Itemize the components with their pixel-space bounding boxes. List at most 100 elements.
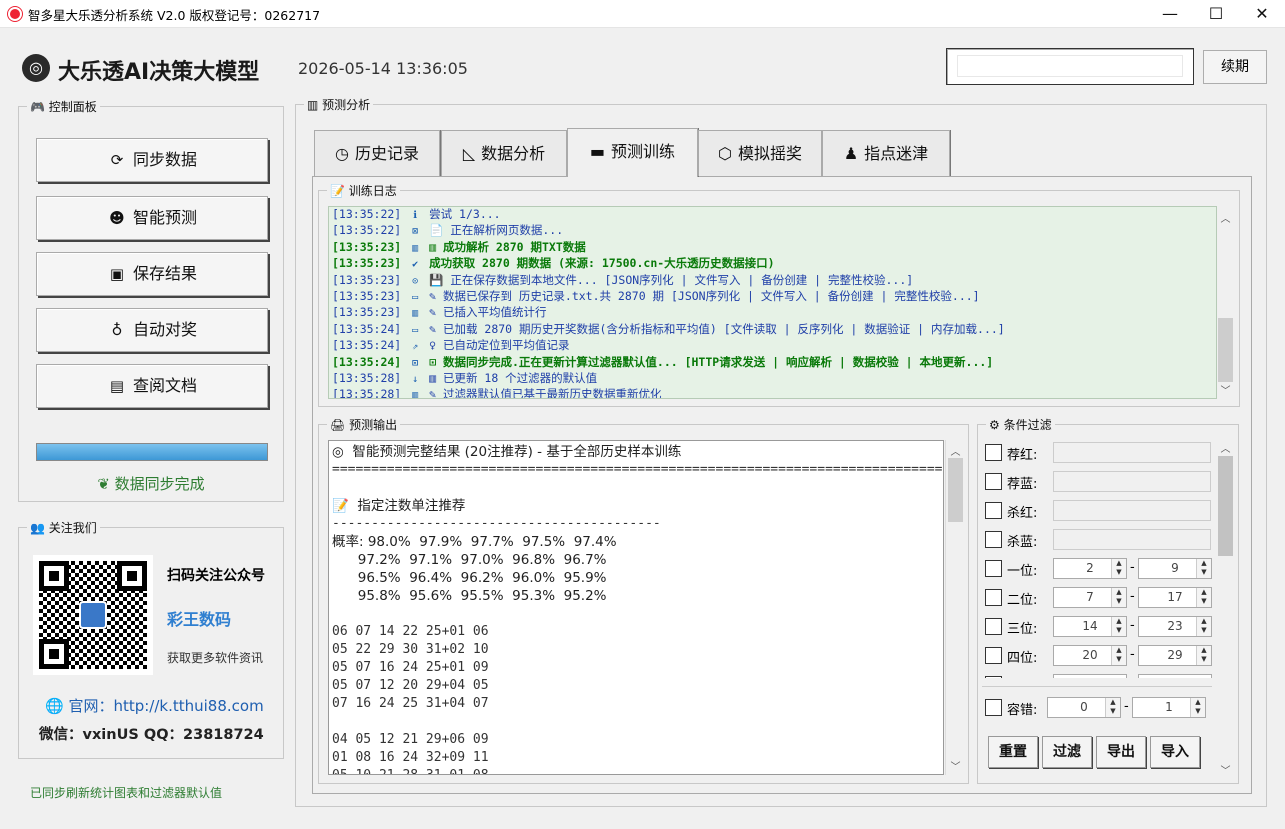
output-line: 📝 指定注数单注推荐	[332, 498, 466, 514]
reset-button[interactable]: 重置	[988, 736, 1038, 768]
filter-text-input[interactable]	[1053, 442, 1211, 463]
gamepad-icon: 🎮	[30, 100, 49, 114]
close-button[interactable]: ✕	[1239, 0, 1285, 28]
save-result-button[interactable]: ▣ 保存结果	[36, 252, 268, 296]
filter-checkbox[interactable]	[985, 676, 1002, 678]
filter-checkbox[interactable]	[985, 473, 1002, 490]
filter-checkbox[interactable]	[985, 531, 1002, 548]
log-line: [13:35:28] ▥ ✎ 过滤器默认值已基于最新历史数据重新优化	[332, 387, 1216, 398]
smart-predict-button[interactable]: ☻ 智能预测	[36, 196, 268, 240]
tolerance-max-spinner[interactable]: 1 ▲ ▼	[1132, 697, 1206, 718]
tab-simulate-draw[interactable]: ⬡ 模拟摇奖	[698, 130, 822, 176]
log-timestamp: [13:35:24]	[332, 321, 402, 336]
filter-checkbox[interactable]	[985, 502, 1002, 519]
analysis-panel-title: ▥ 预测分析	[304, 96, 374, 113]
scroll-up-icon[interactable]: ︿	[1217, 210, 1234, 225]
log-timestamp: [13:35:23]	[332, 256, 402, 271]
auto-check-button[interactable]: ♁ 自动对奖	[36, 308, 268, 352]
minimize-button[interactable]: —	[1147, 0, 1193, 28]
filter-title: ⚙ 条件过滤	[986, 416, 1055, 433]
filter-label: 二位:	[1007, 593, 1038, 608]
log-scroll-thumb[interactable]	[1218, 318, 1233, 382]
tolerance-min-spinner[interactable]: 0 ▲ ▼	[1047, 697, 1121, 718]
output-line: ----------------------------------------…	[332, 516, 661, 531]
log-status-icon: ▭	[412, 324, 419, 336]
filter-checkbox[interactable]	[985, 444, 1002, 461]
laptop-icon: ▬	[589, 142, 606, 161]
log-status-icon: ⇗	[412, 341, 419, 353]
filter-button[interactable]: 过滤	[1042, 736, 1092, 768]
app-icon	[8, 7, 22, 21]
range-min-spinner[interactable]: 20 ▲ ▼	[1053, 645, 1127, 666]
tab-data-analysis[interactable]: ◺ 数据分析	[441, 130, 567, 176]
scroll-down-icon[interactable]: ﹀	[946, 758, 965, 773]
output-line: 01 08 16 24 32+09 11	[332, 750, 489, 765]
website-link[interactable]: 🌐 官网：http://k.tthui88.com	[45, 695, 264, 716]
training-log[interactable]: [13:35:22] ℹ 尝试 1/3... [13:35:22] ⊠ 📄 正在解…	[328, 206, 1217, 399]
sync-icon: ⟳	[110, 151, 124, 169]
tolerance-checkbox[interactable]	[985, 699, 1002, 716]
prediction-output[interactable]: ◎ 智能预测完整结果 (20注推荐) - 基于全部历史样本训练 =========…	[328, 440, 944, 775]
filter-text-input[interactable]	[1053, 500, 1211, 521]
output-scrollbar[interactable]: ︿ ﹀	[945, 440, 964, 775]
range-min-spinner[interactable]: 2 ▲ ▼	[1053, 558, 1127, 579]
log-scrollbar[interactable]: ︿ ﹀	[1217, 206, 1234, 399]
filter-checkbox[interactable]	[985, 589, 1002, 606]
sync-progress-bar	[36, 443, 268, 461]
tab-history[interactable]: ◷ 历史记录	[314, 130, 440, 176]
tab-guidance[interactable]: ♟ 指点迷津	[822, 130, 950, 176]
scroll-down-icon[interactable]: ﹀	[1217, 762, 1234, 777]
output-scroll-thumb[interactable]	[948, 458, 963, 522]
filter-checkbox[interactable]	[985, 647, 1002, 664]
range-max-spinner[interactable]: 17 ▲ ▼	[1138, 587, 1212, 608]
document-icon: ▤	[109, 377, 125, 395]
control-panel-title: 🎮 控制面板	[27, 98, 100, 115]
filter-checkbox[interactable]	[985, 560, 1002, 577]
log-line: [13:35:24] ▭ ✎ 已加载 2870 期历史开奖数据(含分析指标和平均…	[332, 322, 1216, 338]
scroll-down-icon[interactable]: ﹀	[1217, 382, 1234, 397]
export-button[interactable]: 导出	[1096, 736, 1146, 768]
renew-button[interactable]: 续期	[1203, 50, 1267, 84]
range-min-spinner[interactable]: 14 ▲ ▼	[1053, 616, 1127, 637]
scroll-up-icon[interactable]: ︿	[946, 443, 965, 458]
control-panel: 🎮 控制面板 ⟳ 同步数据 ☻ 智能预测 ▣ 保存结果 ♁ 自动对奖 ▤ 查阅文档 ❦ 数…	[18, 98, 284, 502]
log-message: 尝试 1/3...	[429, 207, 501, 221]
log-timestamp: [13:35:23]	[332, 272, 402, 287]
range-max-spinner[interactable]: 23 ▲ ▼	[1138, 616, 1212, 637]
output-line: 96.5% 96.4% 96.2% 96.0% 95.9%	[332, 570, 607, 586]
tab-predict-training[interactable]: ▬ 预测训练	[567, 128, 698, 177]
range-max-spinner[interactable]: 29 ▲ ▼	[1138, 645, 1212, 666]
filter-scrollbar[interactable]: ︿ ﹀	[1217, 438, 1234, 778]
filter-scroll-thumb[interactable]	[1218, 456, 1233, 556]
range-max-spinner[interactable]: 9 ▲ ▼	[1138, 558, 1212, 579]
save-icon: ▣	[109, 265, 125, 283]
output-line: 05 07 16 24 25+01 09	[332, 660, 489, 675]
range-max-spinner[interactable]	[1138, 674, 1212, 678]
code-input[interactable]	[957, 55, 1183, 77]
follow-panel-title: 👥 关注我们	[27, 519, 100, 536]
import-button[interactable]: 导入	[1150, 736, 1200, 768]
scroll-up-icon[interactable]: ︿	[1217, 440, 1234, 455]
output-line: 05 22 29 30 31+02 10	[332, 642, 489, 657]
output-line: 07 16 24 25 31+04 07	[332, 696, 489, 711]
log-line: [13:35:23] ⊙ 💾 正在保存数据到本地文件... [JSON序列化 |…	[332, 273, 1216, 289]
filter-checkbox[interactable]	[985, 618, 1002, 635]
filter-text-input[interactable]	[1053, 529, 1211, 550]
filter-row-range: 二位: 7 ▲ ▼ -17 ▲ ▼	[985, 587, 1213, 609]
log-message: 📄 正在解析网页数据...	[429, 223, 564, 238]
brand-title: 大乐透AI决策大模型	[58, 60, 260, 85]
log-timestamp: [13:35:22]	[332, 223, 402, 238]
filter-label: 三位:	[1007, 622, 1038, 637]
range-min-spinner[interactable]	[1053, 674, 1127, 678]
filter-row-text: 杀红:	[985, 500, 1213, 522]
sync-data-button[interactable]: ⟳ 同步数据	[36, 138, 268, 182]
log-message: 💾 正在保存数据到本地文件... [JSON序列化 | 文件写入 | 备份创建 …	[429, 272, 914, 287]
maximize-button[interactable]: ☐	[1193, 0, 1239, 28]
filter-text-input[interactable]	[1053, 471, 1211, 492]
chart-small-icon: ▥	[307, 98, 323, 112]
range-min-spinner[interactable]: 7 ▲ ▼	[1053, 587, 1127, 608]
read-docs-button[interactable]: ▤ 查阅文档	[36, 364, 268, 408]
filter-row-tolerance: 容错: 0 ▲ ▼ - 1 ▲ ▼	[985, 697, 1211, 719]
